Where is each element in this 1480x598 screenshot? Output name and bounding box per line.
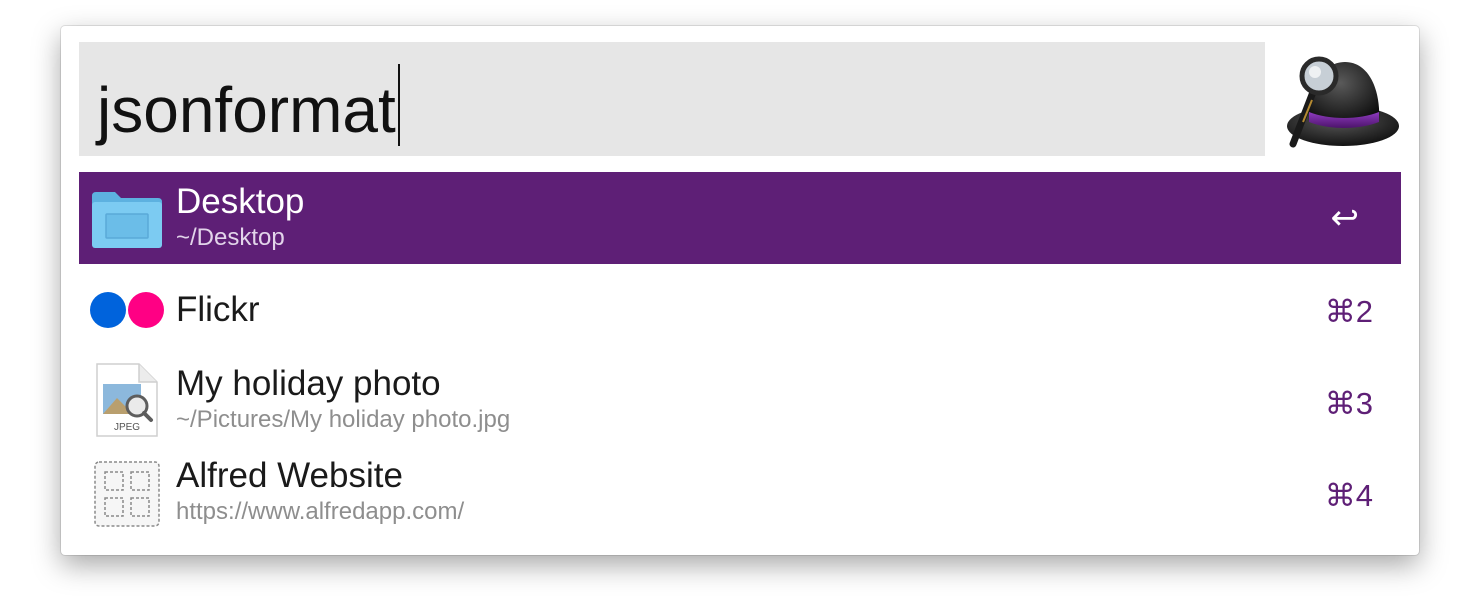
result-subtitle: ~/Desktop <box>176 224 285 251</box>
text-caret <box>397 64 400 146</box>
folder-icon <box>92 192 162 248</box>
result-title: My holiday photo <box>176 364 441 403</box>
result-title: Flickr <box>176 290 260 329</box>
flickr-icon <box>90 292 164 328</box>
result-holiday-photo[interactable]: JPEG My holiday photo ~/Pictures/My holi… <box>79 356 1401 448</box>
jpeg-file-icon: JPEG <box>96 363 158 437</box>
result-flickr[interactable]: Flickr ⌘2 <box>79 264 1401 356</box>
result-alfred-website[interactable]: Alfred Website https://www.alfredapp.com… <box>79 448 1401 540</box>
search-input[interactable]: jsonformat <box>79 42 1265 156</box>
shortcut-label: ⌘3 <box>1324 386 1373 421</box>
search-query: jsonformat <box>97 74 396 146</box>
result-title: Alfred Website <box>176 456 403 495</box>
web-bookmark-icon <box>94 461 160 527</box>
result-subtitle: https://www.alfredapp.com/ <box>176 498 465 525</box>
return-key-icon: ↩ <box>1330 199 1360 237</box>
result-desktop[interactable]: Desktop ~/Desktop ↩ <box>79 172 1401 264</box>
result-subtitle: ~/Pictures/My holiday photo.jpg <box>176 406 511 433</box>
alfred-hat-icon <box>1287 56 1399 148</box>
shortcut-label: ⌘4 <box>1324 478 1373 513</box>
shortcut-label: ⌘2 <box>1324 294 1373 329</box>
result-title: Desktop <box>176 182 305 221</box>
alfred-window: jsonformat Desktop ~/Desktop ↩ Flickr ⌘2… <box>61 26 1419 555</box>
jpeg-label: JPEG <box>114 422 140 433</box>
